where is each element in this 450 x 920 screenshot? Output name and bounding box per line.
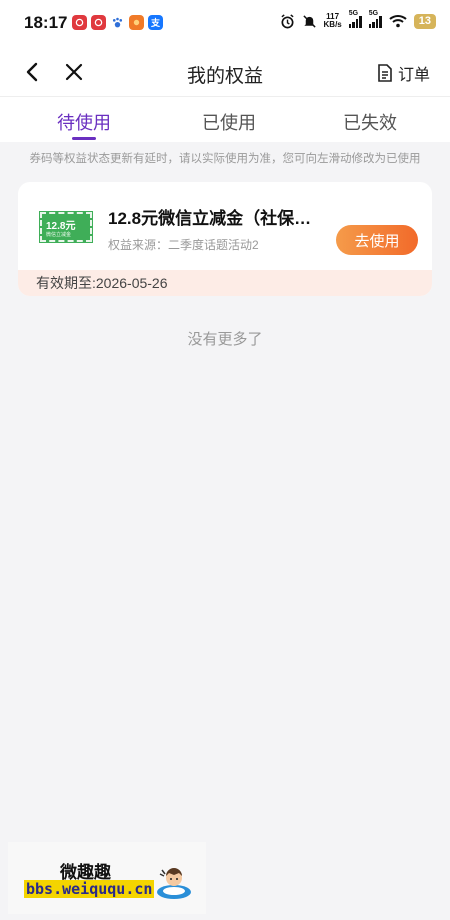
signal-bars-icon: 5G <box>368 10 382 28</box>
tab-expired[interactable]: 已失效 <box>315 109 425 135</box>
mute-bell-icon <box>302 14 316 28</box>
coupon-subtext: 微信立减金 <box>46 232 72 238</box>
benefit-card[interactable]: 12.8元 微信立减金 12.8元微信立减金（社保… 权益来源：二季度话题活动2… <box>18 182 432 296</box>
status-indicators: 117 KB/s 5G 5G 13 <box>280 10 436 29</box>
status-bar: 18:17 支 117 KB/s 5G 5G 13 <box>0 0 450 48</box>
wifi-icon <box>389 15 407 28</box>
status-time: 18:17 <box>24 13 68 32</box>
alipay-icon: 支 <box>148 15 163 30</box>
battery-level: 13 <box>413 13 436 29</box>
nav-bar: 我的权益 订单 <box>0 48 450 96</box>
mascot-icon <box>157 868 191 899</box>
active-tab-indicator <box>72 137 96 140</box>
tab-used[interactable]: 已使用 <box>174 109 284 135</box>
watermark-logo: 微趣趣 bbs.weiququ.cn <box>8 842 206 914</box>
baidu-paw-icon <box>110 15 125 30</box>
use-button[interactable]: 去使用 <box>336 225 418 255</box>
coupon-thumbnail: 12.8元 微信立减金 <box>39 211 93 243</box>
status-delay-notice: 券码等权益状态更新有延时，请以实际使用为准，您可向左滑动修改为已使用 <box>29 153 421 165</box>
coupon-value: 12.8元 <box>46 221 76 232</box>
document-icon <box>378 64 392 82</box>
tab-bar: 待使用 已使用 已失效 <box>0 96 450 142</box>
net-speed-unit: KB/s <box>323 20 342 29</box>
watermark-url: bbs.weiququ.cn <box>24 880 155 898</box>
signal-bars-icon: 5G <box>348 10 362 28</box>
signal-label: 5G <box>368 9 379 17</box>
status-app-icons: 支 <box>72 15 163 30</box>
taobao-icon <box>129 15 144 30</box>
benefit-source: 权益来源：二季度话题活动2 <box>108 238 259 252</box>
netease-music-icon <box>72 15 87 30</box>
netease-music-icon <box>91 15 106 30</box>
no-more-text: 没有更多了 <box>187 331 263 348</box>
benefit-title: 12.8元微信立减金（社保… <box>108 209 312 228</box>
signal-label: 5G <box>348 9 359 17</box>
order-label: 订单 <box>397 67 430 84</box>
alarm-clock-icon <box>280 13 294 28</box>
expiry-date: 有效期至:2026-05-26 <box>18 270 432 296</box>
tab-pending[interactable]: 待使用 <box>29 109 139 135</box>
network-speed: 117 KB/s <box>324 13 342 29</box>
order-button[interactable]: 订单 <box>376 61 430 85</box>
